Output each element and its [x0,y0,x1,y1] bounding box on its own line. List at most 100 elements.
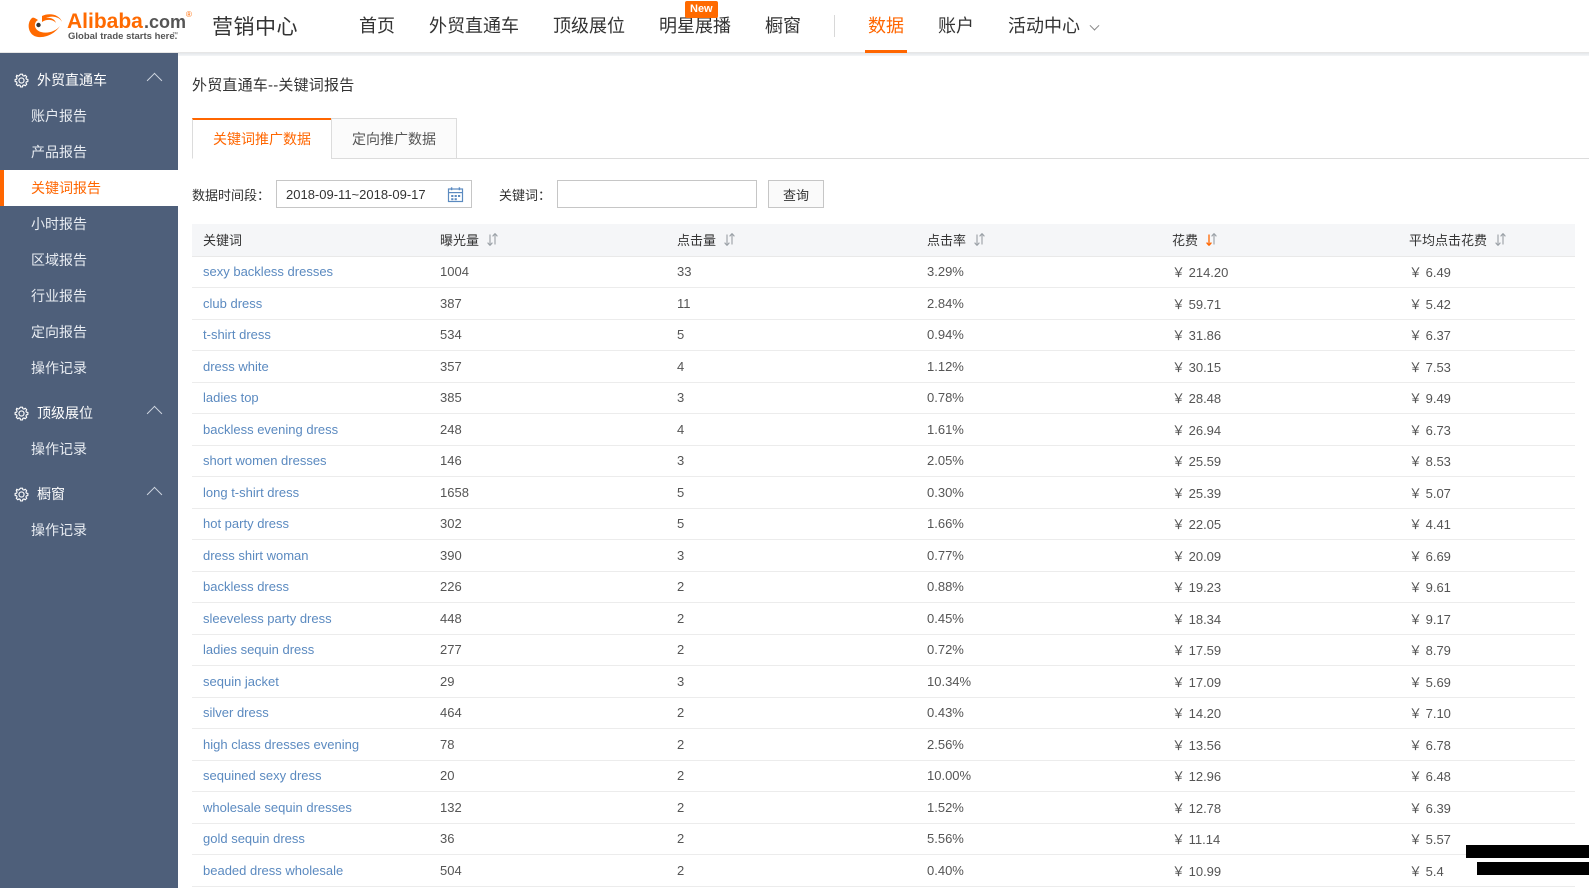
column-header-impressions[interactable]: 曝光量 [429,224,666,257]
nav-item-account[interactable]: 账户 [921,0,991,53]
sidebar-item-operation-log[interactable]: 操作记录 [0,350,178,386]
sidebar-item-account-report[interactable]: 账户报告 [0,98,178,134]
keyword-link[interactable]: ladies sequin dress [203,642,314,657]
sidebar-item-label: 关键词报告 [31,180,101,196]
keyword-link[interactable]: sexy backless dresses [203,264,333,279]
filter-bar: 数据时间段： 2018-09-11~2018-09-17 关键词： 查询 [192,178,1589,210]
cell-ctr: 5.56% [916,823,1161,855]
cell-cost: ￥ 19.23 [1161,571,1398,603]
column-header-clicks[interactable]: 点击量 [666,224,916,257]
cell-clicks: 3 [666,445,916,477]
cell-ctr: 1.66% [916,508,1161,540]
sidebar-item-product-report[interactable]: 产品报告 [0,134,178,170]
sidebar-item-label: 账户报告 [31,108,87,124]
nav-item-chuchuang[interactable]: 橱窗 [748,0,818,53]
keyword-link[interactable]: gold sequin dress [203,831,305,846]
column-label: 花费 [1172,233,1199,249]
nav-item-label: 外贸直通车 [429,15,519,36]
date-range-picker[interactable]: 2018-09-11~2018-09-17 [276,180,473,208]
table-row: wholesale sequin dresses 132 2 1.52% ￥ 12.78… [192,791,1575,824]
column-header-ctr[interactable]: 点击率 [916,224,1161,257]
nav-item-waimao-zhitongche[interactable]: 外贸直通车 [412,0,536,53]
table-row: backless dress 226 2 0.88% ￥ 19.23 ￥ 9.61 [192,571,1575,603]
table-row: beaded dress wholesale 504 2 0.40% ￥ 10.99 ￥ … [192,854,1575,887]
cell-clicks: 3 [666,665,916,698]
keyword-link[interactable]: beaded dress wholesale [203,863,343,878]
sidebar-item-industry-report[interactable]: 行业报告 [0,278,178,314]
alibaba-logo[interactable]: Alibaba .com ® Global trade starts here.… [26,6,194,46]
keyword-input[interactable] [557,180,758,208]
sidebar-item-hourly-report[interactable]: 小时报告 [0,206,178,242]
tab-targeted-promotion-data[interactable]: 定向推广数据 [331,118,457,159]
keyword-link[interactable]: club dress [203,296,262,311]
table-row: gold sequin dress 36 2 5.56% ￥ 11.14 ￥ 5.57 [192,823,1575,855]
keyword-link[interactable]: sequin jacket [203,674,279,689]
column-header-keyword: 关键词 [192,224,429,257]
cell-keyword: wholesale sequin dresses [192,791,429,824]
sidebar-item-keyword-report[interactable]: 关键词报告 [0,170,178,206]
cell-clicks: 4 [666,413,916,446]
column-label: 点击量 [677,233,717,249]
cell-avg_cost: ￥ 6.48 [1398,760,1575,792]
sidebar-item-targeting-report[interactable]: 定向报告 [0,314,178,350]
cell-avg_cost: ￥ 7.53 [1398,350,1575,383]
cell-cost: ￥ 28.48 [1161,382,1398,414]
cell-keyword: short women dresses [192,445,429,477]
query-button[interactable]: 查询 [768,180,825,208]
column-header-cost[interactable]: 花费 [1161,224,1398,257]
table-body: sexy backless dresses 1004 33 3.29% ￥ 214.20… [192,256,1575,887]
chevron-up-icon[interactable] [146,72,163,88]
keyword-link[interactable]: hot party dress [203,516,289,531]
cell-impressions: 302 [429,508,666,540]
keyword-link[interactable]: sequined sexy dress [203,768,322,783]
cell-cost: ￥ 17.59 [1161,634,1398,666]
keyword-link[interactable]: ladies top [203,390,259,405]
keyword-link[interactable]: backless evening dress [203,422,338,437]
main-content: 外贸直通车--关键词报告 关键词推广数据 定向推广数据 数据时间段： 2018-… [178,53,1589,888]
nav-item-home[interactable]: 首页 [342,0,412,53]
sidebar-group-dingji-zhanwei[interactable]: 顶级展位 [0,395,178,431]
chevron-up-icon[interactable] [146,486,163,502]
nav-item-dingji-zhanwei[interactable]: 顶级展位 [536,0,642,53]
calendar-icon[interactable] [447,186,464,206]
keyword-link[interactable]: t-shirt dress [203,327,271,342]
keyword-link[interactable]: wholesale sequin dresses [203,800,352,815]
sidebar-item-operation-log[interactable]: 操作记录 [0,512,178,548]
cell-cost: ￥ 214.20 [1161,256,1398,288]
sort-icon-active-desc[interactable] [1205,233,1217,249]
tab-keyword-promotion-data[interactable]: 关键词推广数据 [192,118,332,159]
nav-items: 首页 外贸直通车 顶级展位 New 明星展播 橱窗 数据 账户 活动中心 [342,0,1115,53]
sort-icon[interactable] [973,233,985,249]
sort-icon[interactable] [486,233,498,249]
column-header-avg-cost[interactable]: 平均点击花费 [1398,224,1575,257]
keyword-link[interactable]: backless dress [203,579,289,594]
table-row: high class dresses evening 78 2 2.56% ￥ 13.5… [192,728,1575,761]
sidebar-item-operation-log[interactable]: 操作记录 [0,431,178,467]
keyword-link[interactable]: high class dresses evening [203,737,359,752]
cell-keyword: backless dress [192,571,429,603]
cell-avg_cost: ￥ 8.79 [1398,634,1575,666]
sidebar-group-chuchuang[interactable]: 橱窗 [0,476,178,512]
cell-keyword: beaded dress wholesale [192,854,429,887]
keyword-link[interactable]: dress white [203,359,269,374]
keyword-link[interactable]: sleeveless party dress [203,611,332,626]
keyword-link[interactable]: short women dresses [203,453,327,468]
cell-impressions: 390 [429,539,666,572]
cell-keyword: sexy backless dresses [192,256,429,288]
sidebar-item-region-report[interactable]: 区域报告 [0,242,178,278]
sidebar-item-label: 定向报告 [31,324,87,340]
sidebar-group-waimao-zhitongche[interactable]: 外贸直通车 [0,62,178,98]
nav-item-mingxing-zhanbo[interactable]: New 明星展播 [642,0,748,53]
cell-impressions: 36 [429,823,666,855]
keyword-link[interactable]: silver dress [203,705,269,720]
table-row: dress shirt woman 390 3 0.77% ￥ 20.09 ￥ 6.69 [192,539,1575,572]
cell-impressions: 226 [429,571,666,603]
sort-icon[interactable] [723,233,735,249]
keyword-link[interactable]: dress shirt woman [203,548,308,563]
keyword-link[interactable]: long t-shirt dress [203,485,299,500]
sort-icon[interactable] [1494,233,1506,249]
cell-cost: ￥ 18.34 [1161,602,1398,635]
chevron-up-icon[interactable] [146,405,163,421]
nav-item-activity-center[interactable]: 活动中心 [991,0,1115,53]
nav-item-data[interactable]: 数据 [851,0,921,53]
